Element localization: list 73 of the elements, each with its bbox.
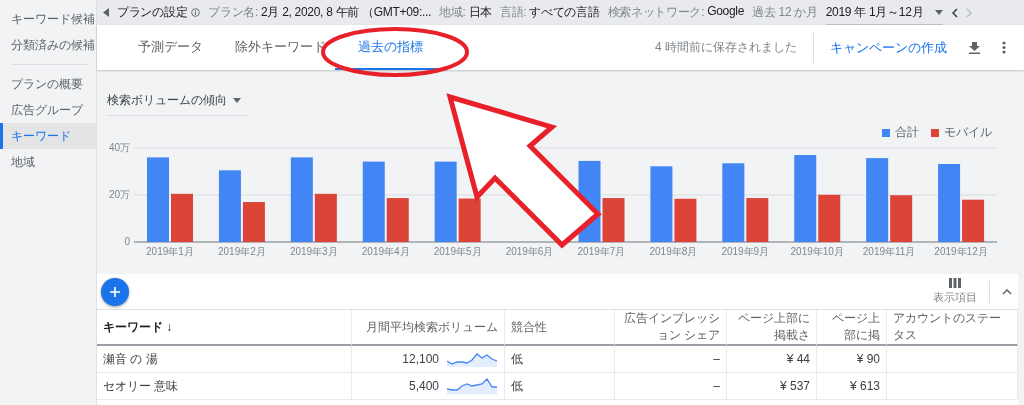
sidebar-item[interactable]: 広告グループ [0, 97, 96, 123]
axis-label: 2019年10月 [790, 246, 844, 257]
settings-title: プランの設定 [117, 4, 188, 21]
create-campaign-link[interactable]: キャンペーンの作成 [830, 38, 947, 57]
axis-label: 2019年8月 [649, 246, 698, 257]
add-button[interactable] [101, 277, 129, 306]
download-icon[interactable] [969, 41, 980, 54]
columns-button[interactable]: 表示項目 [927, 278, 983, 305]
sidebar-item[interactable]: キーワード候補 [0, 6, 96, 32]
sidebar-item[interactable]: キーワード [0, 123, 96, 149]
field-label: 地域: [439, 4, 466, 21]
axis-label: 2019年5月 [433, 246, 482, 257]
axis-label: 2019年7月 [577, 246, 626, 257]
saved-status: 4 時間前に保存されました [655, 32, 814, 63]
caret-icon[interactable] [233, 98, 241, 103]
period-dropdown[interactable]: 2019 年 1月～12月 [825, 0, 944, 25]
table-cell: ¥ 613 [817, 373, 887, 400]
column-header[interactable]: キーワード ↓ [97, 310, 352, 346]
period-label: 過去 12 か月 [752, 4, 818, 21]
table-cell: – [615, 346, 727, 373]
field-value: すべての言語 [529, 4, 600, 21]
field-value: 日本 [468, 4, 492, 21]
chart-title[interactable]: 検索ボリュームの傾向 [107, 92, 227, 109]
axis-label: 2019年6月 [505, 246, 554, 257]
axis-label: 2019年1月 [146, 246, 194, 257]
columns-icon [949, 278, 961, 288]
sidebar-item[interactable]: プランの概要 [0, 71, 96, 97]
table-cell: 12,100 [402, 352, 439, 366]
caret-icon [935, 9, 944, 15]
plus-icon [110, 286, 120, 297]
field-value: 2月 2, 2020, 8 午前 （GMT+09:... [261, 4, 432, 21]
table-cell: ¥ 44 [727, 346, 817, 373]
axis-label: 2019年3月 [289, 246, 338, 257]
legend-label: モバイル [944, 124, 992, 141]
table-cell: – [615, 373, 727, 400]
field-label: プラン名: [208, 4, 259, 21]
column-header[interactable]: アカウントのステータス [887, 310, 1018, 346]
axis-label: 2019年4月 [361, 246, 410, 257]
sidebar-item[interactable]: 分類済みの候補 [0, 32, 96, 58]
field-label: 検索ネットワーク: [607, 4, 705, 21]
column-header[interactable]: 月間平均検索ボリューム [352, 310, 505, 346]
axis-label: 2019年12月 [934, 246, 988, 257]
legend-label: 合計 [895, 124, 919, 141]
field-value: Google [707, 4, 745, 20]
table-cell: 5,400 [408, 379, 439, 393]
axis-label: 40万 [108, 142, 130, 153]
table-cell: ¥ 537 [727, 373, 817, 400]
table-cell: 低 [505, 373, 615, 400]
field-label: 言語: [499, 4, 527, 21]
axis-label: 2019年9月 [721, 246, 770, 257]
column-header[interactable]: 広告インプレッション シェア [615, 310, 727, 346]
sidebar-item[interactable]: 地域 [0, 149, 96, 175]
previous-icon[interactable] [951, 7, 959, 18]
more-icon[interactable] [1002, 41, 1006, 54]
table-cell: 瀬音 の 湯 [97, 346, 352, 373]
column-header[interactable]: ページ上部に掲載さ [727, 310, 817, 346]
table-cell: 低 [505, 346, 615, 373]
axis-label: 0 [124, 236, 130, 247]
column-header[interactable]: 競合性 [505, 310, 615, 346]
column-header[interactable]: ページ上部に掲 [817, 310, 887, 346]
sparkline-drawing [447, 378, 498, 394]
axis-label: 2019年2月 [217, 246, 266, 257]
info-icon[interactable] [191, 8, 201, 17]
bar [171, 193, 193, 242]
tab[interactable]: 過去の指標 [335, 25, 445, 70]
table-cell: セオリー 意味 [97, 373, 352, 400]
axis-label: 2019年11月 [862, 246, 916, 257]
axis-label: 20万 [108, 189, 130, 200]
tab[interactable]: 予測データ [115, 25, 225, 70]
collapse-icon[interactable] [103, 8, 109, 17]
sparkline-drawing [447, 351, 498, 367]
table-cell: ¥ 90 [817, 346, 887, 373]
chevron-up-icon[interactable] [1002, 288, 1012, 295]
